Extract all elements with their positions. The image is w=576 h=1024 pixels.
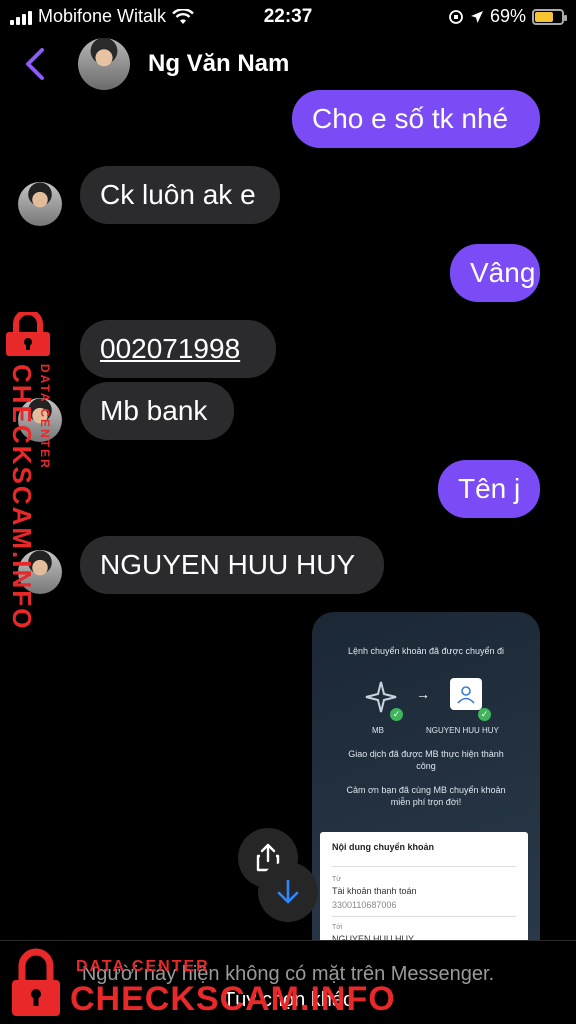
- message-bubble-outgoing[interactable]: Vâng: [450, 244, 540, 302]
- back-arrow-icon[interactable]: [20, 46, 50, 82]
- receipt-details-card: Nội dung chuyển khoản Từ Tài khoản thanh…: [320, 832, 528, 942]
- receipt-title: Lệnh chuyển khoản đã được chuyển đi: [347, 646, 505, 656]
- message-bubble-outgoing[interactable]: Tên j: [438, 460, 540, 518]
- receipt-success-text: Giao dịch đã được MB thực hiện thành côn…: [348, 749, 504, 771]
- divider: [332, 866, 516, 867]
- receipt-card-title: Nội dung chuyển khoản: [332, 842, 435, 852]
- recipient-icon: [450, 678, 482, 710]
- arrow-right-icon: →: [416, 686, 430, 702]
- message-bubble-incoming[interactable]: NGUYEN HUU HUY: [80, 536, 384, 594]
- message-text: Mb bank: [100, 395, 208, 426]
- receipt-to-small: Tới: [332, 924, 343, 931]
- rotation-lock-icon: [449, 9, 463, 24]
- battery-icon: [532, 8, 567, 25]
- battery-percent: 69%: [489, 6, 526, 26]
- account-number-link[interactable]: 002071998: [100, 333, 240, 365]
- conversation-header: Ng Văn Nam: [0, 36, 576, 94]
- message-bubble-incoming[interactable]: 002071998: [80, 320, 276, 378]
- location-icon: [470, 10, 483, 23]
- watermark-main-text: CHECKSCAM.INFO: [7, 364, 37, 631]
- receipt-from-label: MB: [372, 726, 384, 735]
- arrow-down-icon: [277, 879, 299, 904]
- message-bubble-incoming[interactable]: Mb bank: [80, 382, 234, 440]
- receipt-to-label: NGUYEN HUU HUY: [426, 726, 499, 735]
- check-icon: ✓: [478, 708, 491, 721]
- watermark-main-text: CHECKSCAM.INFO: [70, 980, 396, 1018]
- message-text: Vâng: [470, 257, 536, 288]
- transfer-receipt-image[interactable]: Lệnh chuyển khoản đã được chuyển đi ✓ → …: [312, 612, 540, 942]
- divider: [332, 916, 516, 917]
- status-right: 69%: [448, 6, 567, 27]
- receipt-thanks-text: Cảm ơn bạn đã cùng MB chuyển khoản miễn …: [346, 785, 506, 807]
- contact-avatar[interactable]: [78, 38, 130, 90]
- receipt-from-value: Tài khoản thanh toán: [332, 886, 417, 896]
- receipt-from-small: Từ: [332, 876, 341, 883]
- message-text: Tên j: [458, 473, 521, 504]
- message-text: NGUYEN HUU HUY: [100, 549, 356, 580]
- contact-name[interactable]: Ng Văn Nam: [148, 50, 289, 78]
- message-text: Ck luôn ak e: [100, 179, 256, 210]
- message-bubble-incoming[interactable]: Ck luôn ak e: [80, 166, 280, 224]
- scroll-to-bottom-button[interactable]: [258, 862, 318, 922]
- lock-icon: [12, 948, 60, 1016]
- status-bar: Mobifone Witalk 22:37 69%: [0, 0, 576, 34]
- message-bubble-outgoing[interactable]: Cho e số tk nhé: [292, 90, 540, 148]
- message-text: Cho e số tk nhé: [312, 103, 509, 134]
- check-icon: ✓: [390, 708, 403, 721]
- watermark-vertical: CHECKSCAM.INFO DATA CENTER: [2, 312, 62, 630]
- receipt-account-number: 3300110687006: [332, 900, 397, 910]
- watermark-sub-text: DATA CENTER: [38, 364, 52, 470]
- lock-icon: [6, 312, 50, 356]
- watermark-sub-text: DATA CENTER: [76, 958, 210, 975]
- sender-avatar[interactable]: [18, 182, 62, 226]
- watermark-bottom: DATA CENTER CHECKSCAM.INFO: [8, 948, 395, 1024]
